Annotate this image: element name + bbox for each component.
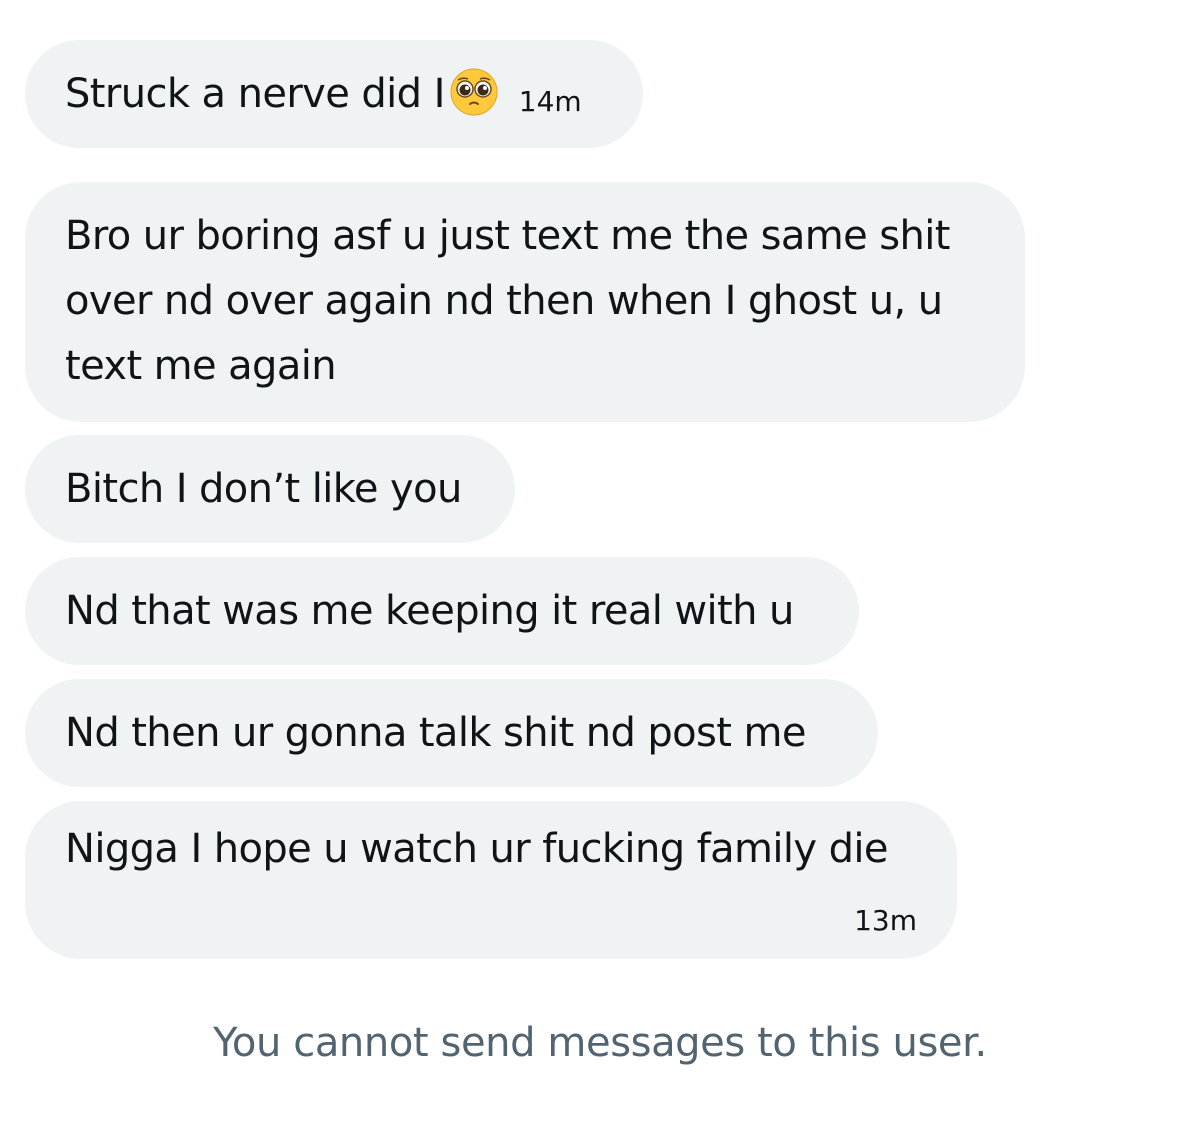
message-text: Bitch I don’t like you xyxy=(65,466,462,512)
message-bubble[interactable]: Struck a nerve did I 14m xyxy=(25,40,643,148)
message-bubble[interactable]: Nd that was me keeping it real with u xyxy=(25,557,859,665)
message-bubble[interactable]: Bitch I don’t like you xyxy=(25,435,515,543)
message-thread: Struck a nerve did I 14m Bro ur boring a… xyxy=(0,0,1200,1132)
pleading-face-emoji-icon xyxy=(449,67,499,117)
message-text: Nd then ur gonna talk shit nd post me xyxy=(65,710,806,756)
cannot-message-notice: You cannot send messages to this user. xyxy=(213,1020,987,1066)
message-text: Nigga I hope u watch ur fucking family d… xyxy=(65,826,888,872)
message-bubble[interactable]: Nd then ur gonna talk shit nd post me xyxy=(25,679,878,787)
message-text: Nd that was me keeping it real with u xyxy=(65,588,794,634)
message-text: Struck a nerve did I xyxy=(65,71,445,117)
message-timestamp: 13m xyxy=(854,904,917,937)
message-bubble[interactable]: Bro ur boring asf u just text me the sam… xyxy=(25,182,1025,422)
message-text: Bro ur boring asf u just text me the sam… xyxy=(65,213,950,389)
message-timestamp: 14m xyxy=(518,85,582,118)
message-bubble[interactable]: Nigga I hope u watch ur fucking family d… xyxy=(25,801,957,959)
